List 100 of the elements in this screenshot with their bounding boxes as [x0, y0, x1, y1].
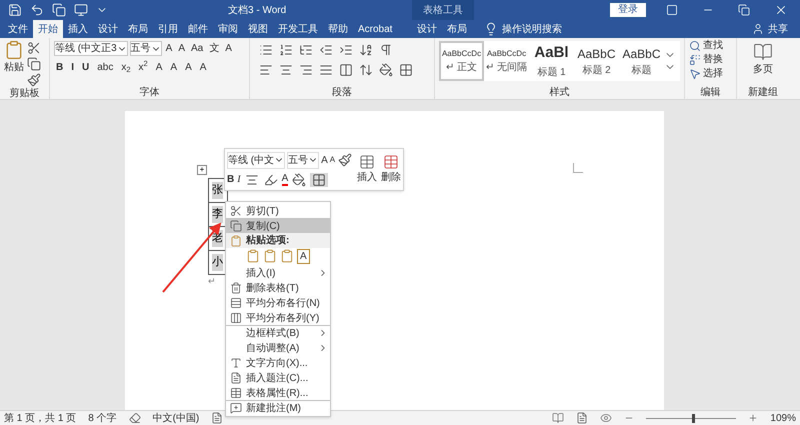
- person-icon: [752, 23, 764, 35]
- menu-item[interactable]: 插入题注(C)...: [226, 370, 330, 385]
- columns-icon[interactable]: [338, 62, 354, 78]
- window-title: 文档3 - Word: [228, 4, 286, 18]
- ribbon-tab[interactable]: Acrobat: [353, 20, 398, 38]
- format-painter-icon[interactable]: [26, 72, 42, 88]
- trash-icon: [230, 282, 242, 294]
- font-name-field[interactable]: 等线 (中文: [227, 152, 286, 168]
- group-label: 编辑: [700, 87, 722, 99]
- menu-item[interactable]: 新建批注(M): [226, 400, 330, 415]
- multi-page-button[interactable]: 多页: [741, 38, 785, 77]
- font-tool-button[interactable]: I: [69, 60, 76, 75]
- table-icon: [359, 154, 376, 170]
- font-tool-button[interactable]: x$^{2}$: [136, 60, 150, 75]
- shading-icon[interactable]: [291, 172, 308, 188]
- menu-item[interactable]: 插入(I): [226, 265, 330, 280]
- sort-icon[interactable]: [358, 42, 374, 58]
- ribbon-tab[interactable]: 布局: [123, 20, 153, 38]
- cut-icon[interactable]: [26, 40, 42, 56]
- style-gallery-item[interactable]: AaBbCcDc ↵ 正文: [439, 41, 484, 81]
- menu-item[interactable]: 复制(C): [226, 218, 330, 233]
- line-spacing-icon[interactable]: [358, 62, 374, 78]
- menu-item[interactable]: 平均分布各列(Y): [226, 310, 330, 325]
- rows-icon: [230, 297, 242, 309]
- word-count[interactable]: 8 个字: [88, 410, 117, 425]
- font-size-field[interactable]: 五号: [130, 41, 162, 56]
- paste-text-only-button[interactable]: A: [297, 249, 310, 264]
- ribbon-tab[interactable]: 开发工具: [273, 20, 323, 38]
- ribbon-tab[interactable]: 设计: [93, 20, 123, 38]
- font-tool-button[interactable]: A: [154, 60, 164, 75]
- menu-item[interactable]: 边框样式(B): [226, 325, 330, 340]
- paste-button[interactable]: 粘贴: [4, 40, 24, 75]
- menu-item[interactable]: 平均分布各行(N): [226, 295, 330, 310]
- borders-icon[interactable]: [398, 62, 414, 78]
- ribbon-tab[interactable]: 引用: [153, 20, 183, 38]
- font-tool-button[interactable]: 文: [207, 41, 222, 56]
- print-layout-icon: [576, 412, 588, 424]
- style-gallery-item[interactable]: AaBbC 标题: [619, 41, 664, 81]
- editing-button[interactable]: 选择: [689, 67, 732, 81]
- font-tool-button[interactable]: x$_{2}$: [119, 60, 133, 75]
- delete-button[interactable]: 删除: [381, 149, 402, 190]
- font-name-field[interactable]: 等线 (中文正3: [54, 41, 128, 56]
- ribbon-tab[interactable]: 邮件: [183, 20, 213, 38]
- font-tool-button[interactable]: B: [54, 60, 66, 75]
- page-count[interactable]: 第 1 页，共 1 页: [4, 410, 76, 425]
- font-tool-button[interactable]: A: [168, 60, 180, 75]
- ribbon-tab[interactable]: 文件: [3, 20, 33, 38]
- copy-icon[interactable]: [26, 56, 42, 72]
- style-gallery-item[interactable]: AaBbCcDc ↵ 无间隔: [484, 41, 529, 81]
- font-tool-button[interactable]: A: [164, 41, 174, 56]
- grow-font-button[interactable]: A: [321, 152, 328, 168]
- zoom-level[interactable]: 109%: [770, 410, 796, 425]
- shading-icon[interactable]: [378, 62, 394, 78]
- close-icon: [774, 3, 788, 17]
- login-button[interactable]: 登录: [610, 3, 646, 17]
- font-tool-button[interactable]: A: [183, 60, 194, 75]
- ribbon-tab[interactable]: 布局: [442, 20, 472, 38]
- font-tool-button[interactable]: A: [176, 41, 188, 56]
- format-painter-icon[interactable]: [337, 152, 354, 168]
- menu-item[interactable]: 剪切(T): [226, 203, 330, 218]
- numbering-icon[interactable]: [278, 42, 294, 58]
- crop-mark-icon: [573, 163, 583, 173]
- open-book-icon: [753, 42, 773, 62]
- tell-me-search[interactable]: 操作说明搜索: [502, 22, 562, 36]
- font-tool-button[interactable]: U: [80, 60, 92, 75]
- lightbulb-icon: [484, 22, 498, 36]
- ribbon-tab[interactable]: 插入: [63, 20, 93, 38]
- font-tool-button[interactable]: A: [198, 60, 208, 75]
- text-direction-icon: [230, 357, 242, 369]
- clipboard-icon: [4, 40, 24, 60]
- borders-button[interactable]: [310, 172, 328, 186]
- ribbon-tab[interactable]: 审阅: [213, 20, 243, 38]
- ribbon-tab[interactable]: 视图: [243, 20, 273, 38]
- editing-button[interactable]: 替换: [689, 53, 732, 67]
- language-status[interactable]: 中文(中国): [152, 410, 200, 425]
- ribbon-tab[interactable]: 帮助: [323, 20, 353, 38]
- share-button[interactable]: 共享: [752, 20, 800, 38]
- font-color-button[interactable]: A: [282, 174, 288, 186]
- insert-button[interactable]: 插入: [357, 149, 378, 190]
- style-gallery-item[interactable]: AaBl 标题 1: [529, 41, 574, 81]
- font-tool-button[interactable]: A: [223, 41, 234, 56]
- zoom-slider-thumb[interactable]: [692, 414, 696, 422]
- italic-button[interactable]: I: [237, 172, 241, 187]
- comment-icon: [230, 402, 242, 414]
- clipboard-icon: [263, 249, 277, 263]
- font-tool-button[interactable]: abc: [95, 60, 116, 75]
- ribbon-tab[interactable]: 开始: [33, 20, 63, 38]
- shrink-font-button[interactable]: A: [330, 154, 336, 166]
- bold-button[interactable]: B: [227, 172, 234, 187]
- font-size-field[interactable]: 五号: [287, 152, 320, 168]
- menu-item[interactable]: 删除表格(T): [226, 280, 330, 295]
- style-gallery-item[interactable]: AaBbC 标题 2: [574, 41, 619, 81]
- menu-item[interactable]: 表格属性(R)...: [226, 385, 330, 400]
- table-move-handle[interactable]: +: [197, 165, 207, 175]
- font-tool-button[interactable]: Aa: [189, 41, 206, 56]
- pointer-icon: [689, 68, 701, 80]
- menu-item[interactable]: 自动调整(A): [226, 340, 330, 355]
- editing-button[interactable]: 查找: [689, 39, 732, 53]
- menu-item[interactable]: 文字方向(X)...: [226, 355, 330, 370]
- ribbon-tab[interactable]: 设计: [412, 20, 442, 38]
